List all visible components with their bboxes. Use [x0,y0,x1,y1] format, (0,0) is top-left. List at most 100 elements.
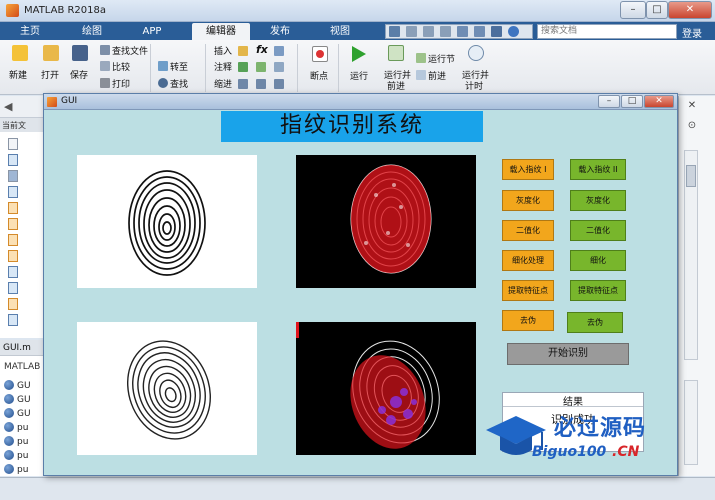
tab-publish[interactable]: 发布 [256,23,304,40]
command-scrollbar[interactable] [684,380,698,465]
find-button[interactable]: 查找 [158,77,188,90]
file-icon[interactable] [8,170,18,182]
gui-minimize-button[interactable]: – [598,95,620,108]
remove-false-2-button[interactable]: 去伪 [567,312,623,333]
goto-button[interactable]: 转至 [158,60,188,73]
variable-icon [4,450,14,460]
file-icon[interactable] [8,314,18,326]
copy-icon[interactable] [423,26,434,37]
workspace-item[interactable]: GU [4,394,31,405]
advance-button[interactable]: 前进 [416,69,446,82]
insert-table-icon[interactable] [274,46,284,56]
indent-icon[interactable] [256,79,266,89]
workspace-item[interactable]: GU [4,408,31,419]
file-icon[interactable] [8,234,18,246]
file-icon[interactable] [8,186,18,198]
gui-maximize-button[interactable]: □ [621,95,643,108]
workspace-item[interactable]: pu [4,422,28,433]
address-back-button[interactable]: ◀ [0,96,44,118]
paste-icon[interactable] [440,26,451,37]
file-icon[interactable] [8,154,18,166]
file-icon[interactable] [8,298,18,310]
comment-button[interactable]: 注释 [214,60,232,73]
thinning-1-button[interactable]: 细化处理 [502,250,554,271]
run-icon[interactable] [352,46,366,62]
editor-scrollbar[interactable] [684,150,698,360]
workspace-item[interactable]: pu [4,436,28,447]
gui-close-button[interactable]: ✕ [644,95,674,108]
minimize-button[interactable]: – [620,1,646,19]
tab-editor[interactable]: 编辑器 [192,23,250,40]
run-section-button[interactable]: 运行节 [416,52,455,65]
close-button[interactable]: ✕ [668,1,712,19]
binarize-2-button[interactable]: 二值化 [570,220,626,241]
run-advance-line2[interactable]: 前进 [387,79,405,92]
search-documentation-input[interactable]: 搜索文档 [537,24,677,39]
smart-indent-icon[interactable] [238,79,248,89]
thinning-2-button[interactable]: 细化 [570,250,626,271]
remove-false-1-button[interactable]: 去伪 [502,310,554,331]
figure-icon [47,97,57,107]
wrap-comments-icon[interactable] [274,62,284,72]
insert-button[interactable]: 插入 [214,44,232,57]
workspace-item[interactable]: pu [4,464,28,475]
new-button[interactable]: 新建 [9,68,27,81]
start-recognition-button[interactable]: 开始识别 [507,343,629,365]
workspace-item[interactable]: pu [4,450,28,461]
run-advance-icon[interactable] [388,45,404,61]
file-icon[interactable] [8,266,18,278]
fingerprint-1-original-image [77,155,257,288]
file-icon[interactable] [8,218,18,230]
search-icon[interactable]: ⌕ [665,26,670,36]
tab-plots[interactable]: 绘图 [68,23,116,40]
open-icon[interactable] [43,45,59,61]
print-button[interactable]: 打印 [100,77,130,90]
tab-home[interactable]: 主页 [6,23,54,40]
tab-apps[interactable]: APP [128,23,176,40]
workspace-item[interactable]: GU [4,380,31,391]
save-icon[interactable] [72,45,88,61]
load-fingerprint-1-button[interactable]: 载入指纹 I [502,159,554,180]
extract-features-1-button[interactable]: 提取特征点 [502,280,554,301]
find-files-button[interactable]: 查找文件 [100,44,148,57]
extract-features-2-button[interactable]: 提取特征点 [570,280,626,301]
save-quick-icon[interactable] [389,26,400,37]
run-time-icon[interactable] [468,45,484,61]
breakpoints-icon[interactable] [312,46,328,62]
maximize-button[interactable]: □ [646,1,668,19]
close-pane-icon[interactable]: ✕ [685,100,699,114]
open-button[interactable]: 打开 [41,68,59,81]
redo-icon[interactable] [474,26,485,37]
binarize-1-button[interactable]: 二值化 [502,220,554,241]
load-fingerprint-2-button[interactable]: 载入指纹 II [570,159,626,180]
goto-icon [158,61,168,71]
switch-windows-icon[interactable] [491,26,502,37]
undo-icon[interactable] [457,26,468,37]
comment-icon[interactable] [238,62,248,72]
grayscale-1-button[interactable]: 灰度化 [502,190,554,211]
file-icon[interactable] [8,250,18,262]
breakpoints-button[interactable]: 断点 [310,69,328,82]
insert-section-icon[interactable] [238,46,248,56]
file-icon[interactable] [8,202,18,214]
login-link[interactable]: 登录 [682,25,702,40]
run-button[interactable]: 运行 [350,69,368,82]
grayscale-2-button[interactable]: 灰度化 [570,190,626,211]
pane-menu-icon[interactable]: ⊙ [685,120,699,134]
cut-icon[interactable] [406,26,417,37]
uncomment-icon[interactable] [256,62,266,72]
new-icon[interactable] [12,45,28,61]
ribbon-separator [150,44,151,92]
outdent-icon[interactable] [274,79,284,89]
scrollbar-thumb[interactable] [686,165,696,187]
help-icon[interactable] [508,26,519,37]
file-icon[interactable] [8,282,18,294]
file-icon[interactable] [8,138,18,150]
fx-icon[interactable]: fx [256,43,268,56]
indent-button[interactable]: 缩进 [214,77,232,90]
run-time-line2[interactable]: 计时 [465,79,483,92]
save-button[interactable]: 保存 [70,68,88,81]
workspace-item-label: GU [17,409,31,419]
compare-button[interactable]: 比较 [100,60,130,73]
tab-view[interactable]: 视图 [316,23,364,40]
